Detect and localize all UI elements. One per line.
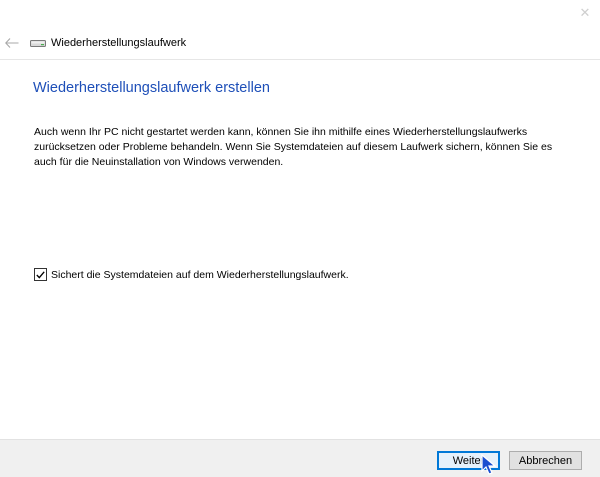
backup-system-files-option[interactable]: Sichert die Systemdateien auf dem Wieder…	[34, 268, 349, 281]
drive-icon	[30, 35, 46, 51]
page-heading: Wiederherstellungslaufwerk erstellen	[33, 80, 270, 96]
navigation-bar: Wiederherstellungslaufwerk	[0, 30, 600, 56]
back-arrow-icon[interactable]	[0, 30, 25, 56]
close-icon[interactable]: ✕	[578, 6, 592, 20]
description-text: Auch wenn Ihr PC nicht gestartet werden …	[34, 126, 553, 168]
backup-system-files-checkbox[interactable]	[34, 268, 47, 281]
checkmark-icon	[36, 270, 45, 279]
title-bar	[0, 0, 600, 26]
mouse-cursor-icon	[481, 454, 497, 475]
button-footer: Weiter Abbrechen	[0, 439, 600, 477]
backup-system-files-label[interactable]: Sichert die Systemdateien auf dem Wieder…	[51, 269, 349, 281]
divider	[0, 59, 600, 60]
cancel-button[interactable]: Abbrechen	[509, 451, 582, 470]
window-title: Wiederherstellungslaufwerk	[51, 37, 187, 49]
recovery-drive-window: ✕ Wiederherstellungslaufwerk Wiederherst…	[0, 0, 600, 477]
